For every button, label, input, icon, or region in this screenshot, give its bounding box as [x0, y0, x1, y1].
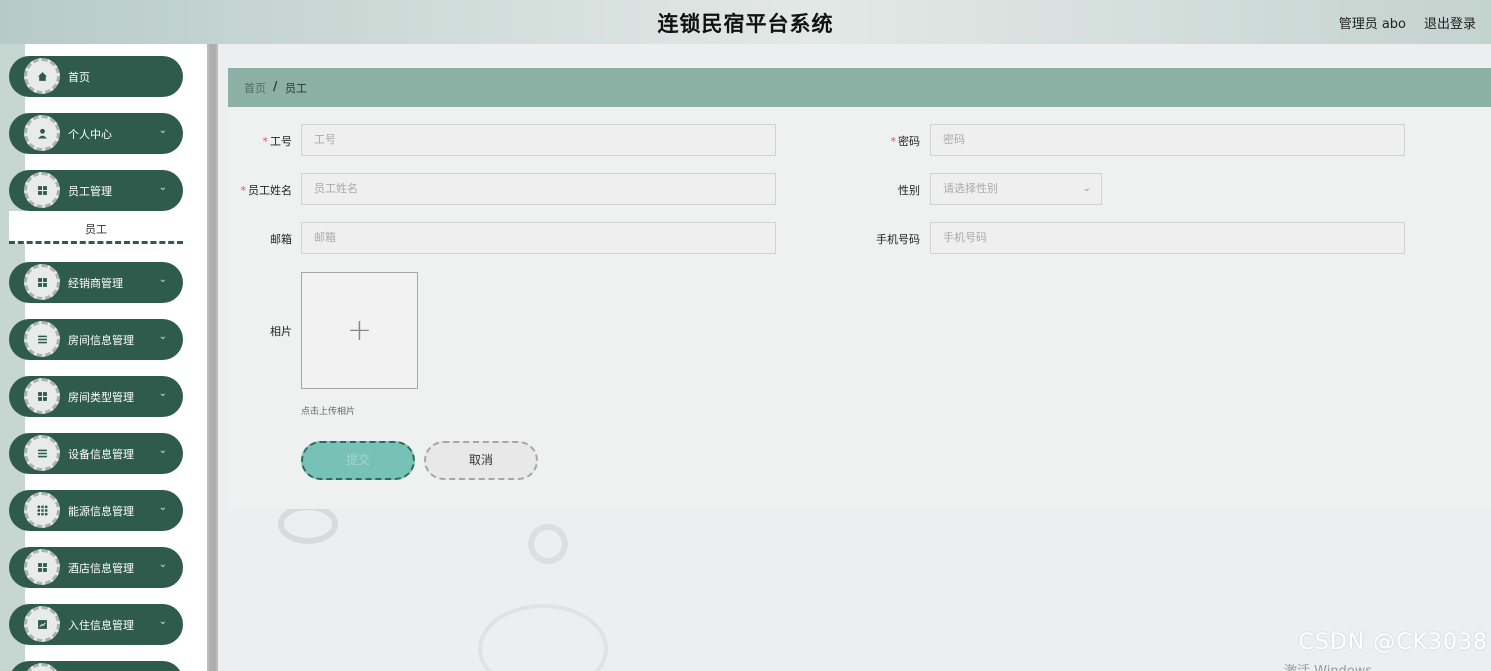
email-label: 邮箱 — [270, 233, 292, 246]
photo-upload-hint: 点击上传相片 — [301, 407, 356, 417]
sidebar-item-label: 房间类型管理 — [68, 391, 134, 404]
sidebar-item-dealer-management[interactable]: 经销商管理 ⌄ — [9, 262, 183, 303]
employee-name-label: * 员工姓名 — [220, 182, 293, 198]
grid-icon — [24, 549, 60, 585]
photo-upload[interactable]: + — [301, 272, 418, 389]
background-decoration — [478, 604, 608, 671]
sidebar-item-label: 设备信息管理 — [68, 448, 134, 461]
breadcrumb: 首页 / 员工 — [228, 68, 1491, 107]
user-icon — [24, 115, 60, 151]
sidebar-item-label: 首页 — [68, 71, 90, 84]
employee-name-label-text: 员工姓名 — [248, 184, 292, 197]
phone-label: 手机号码 — [876, 233, 920, 246]
sidebar: 首页 个人中心 ⌄ 员工管理 ⌄ 员工 经销商管理 ⌄ 房间信息管理 ⌄ 房间类… — [0, 44, 207, 671]
sidebar-item-employee-management[interactable]: 员工管理 ⌄ — [9, 170, 183, 211]
sidebar-item-personal-center[interactable]: 个人中心 ⌄ — [9, 113, 183, 154]
cancel-button[interactable]: 取消 — [424, 441, 538, 480]
plus-icon: + — [346, 313, 373, 348]
photo-label: 相片 — [270, 325, 292, 338]
current-user: 管理员 abo — [1338, 17, 1406, 32]
grid-icon — [24, 172, 60, 208]
sidebar-item-label: 能源信息管理 — [68, 505, 134, 518]
watermark: CSDN @CK3038 — [1298, 630, 1488, 655]
chevron-down-icon: ⌄ — [1082, 183, 1091, 194]
employee-name-input[interactable]: 员工姓名 — [301, 173, 776, 205]
chevron-down-icon: ⌄ — [158, 445, 167, 456]
sidebar-item-label: 员工管理 — [68, 185, 112, 198]
employee-no-input[interactable]: 工号 — [301, 124, 776, 156]
gender-select-placeholder: 请选择性别 — [943, 182, 998, 195]
home-icon — [24, 58, 60, 94]
app-title: 连锁民宿平台系统 — [657, 12, 834, 36]
grid-icon — [24, 378, 60, 414]
sidebar-item-room-type-management[interactable]: 房间类型管理 ⌄ — [9, 376, 183, 417]
chevron-down-icon: ⌄ — [158, 559, 167, 570]
sidebar-item-checkin-info-management[interactable]: 入住信息管理 ⌄ — [9, 604, 183, 645]
sidebar-item-hotel-info-management[interactable]: 酒店信息管理 ⌄ — [9, 547, 183, 588]
sidebar-item-label: 入住信息管理 — [68, 619, 134, 632]
chart-icon — [24, 606, 60, 642]
sidebar-item-device-info-management[interactable]: 设备信息管理 ⌄ — [9, 433, 183, 474]
breadcrumb-current: 员工 — [285, 82, 307, 95]
chevron-down-icon: ⌄ — [158, 616, 167, 627]
sidebar-subitem-employee[interactable]: 员工 — [9, 211, 183, 244]
sidebar-item-more[interactable] — [9, 661, 183, 671]
employee-no-label-text: 工号 — [270, 135, 292, 148]
password-input[interactable]: 密码 — [930, 124, 1405, 156]
sidebar-item-label: 房间信息管理 — [68, 334, 134, 347]
gender-label: 性别 — [898, 184, 920, 197]
sidebar-item-room-info-management[interactable]: 房间信息管理 ⌄ — [9, 319, 183, 360]
chevron-down-icon: ⌄ — [158, 182, 167, 193]
breadcrumb-separator: / — [273, 79, 278, 93]
employee-no-label: * 工号 — [230, 133, 293, 149]
apps-icon — [24, 492, 60, 528]
required-mark: * — [262, 135, 269, 148]
scrollbar-thumb[interactable] — [209, 44, 216, 671]
grid-icon — [24, 663, 60, 671]
grid-icon — [24, 264, 60, 300]
required-mark: * — [240, 184, 247, 197]
submit-button[interactable]: 提交 — [301, 441, 415, 480]
background-decoration — [528, 524, 568, 564]
chevron-down-icon: ⌄ — [158, 331, 167, 342]
sidebar-item-energy-info-management[interactable]: 能源信息管理 ⌄ — [9, 490, 183, 531]
background-decoration — [278, 504, 338, 544]
logout-link[interactable]: 退出登录 — [1424, 13, 1476, 32]
password-label: * 密码 — [860, 133, 921, 149]
activate-windows-notice: 激活 Windows — [1284, 660, 1372, 671]
sidebar-subitem-label: 员工 — [85, 223, 107, 236]
chevron-down-icon: ⌄ — [158, 125, 167, 136]
sidebar-item-label: 酒店信息管理 — [68, 562, 134, 575]
breadcrumb-home[interactable]: 首页 — [244, 80, 266, 96]
list-icon — [24, 321, 60, 357]
chevron-down-icon: ⌄ — [158, 388, 167, 399]
top-header: 连锁民宿平台系统 管理员 abo 退出登录 — [0, 0, 1491, 44]
password-label-text: 密码 — [898, 135, 920, 148]
required-mark: * — [890, 135, 897, 148]
gender-select[interactable]: 请选择性别 ⌄ — [930, 173, 1102, 205]
list-icon — [24, 435, 60, 471]
sidebar-item-label: 经销商管理 — [68, 277, 123, 290]
sidebar-item-home[interactable]: 首页 — [9, 56, 183, 97]
sidebar-item-label: 个人中心 — [68, 128, 112, 141]
chevron-down-icon: ⌄ — [158, 274, 167, 285]
email-input[interactable]: 邮箱 — [301, 222, 776, 254]
chevron-down-icon: ⌄ — [158, 502, 167, 513]
phone-input[interactable]: 手机号码 — [930, 222, 1405, 254]
sidebar-scrollbar[interactable] — [207, 44, 218, 671]
